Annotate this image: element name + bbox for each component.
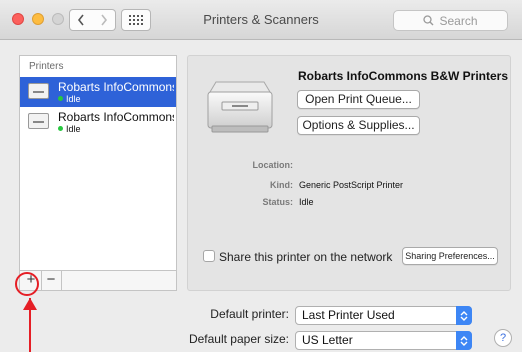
- status-dot-icon: [58, 96, 63, 101]
- share-printer-label[interactable]: Share this printer on the network: [219, 250, 392, 264]
- kind-label: Kind:: [270, 180, 293, 190]
- chevron-left-icon: [77, 14, 84, 26]
- location-label: Location:: [252, 160, 294, 170]
- search-icon: [423, 15, 434, 26]
- updown-chevron-icon: [456, 306, 472, 325]
- printer-large-icon: [207, 81, 273, 133]
- default-paper-size-label: Default paper size:: [188, 332, 289, 346]
- open-print-queue-button[interactable]: Open Print Queue...: [297, 90, 420, 109]
- default-paper-size-select[interactable]: US Letter: [295, 331, 472, 350]
- forward-button[interactable]: [92, 9, 116, 31]
- sharing-preferences-button[interactable]: Sharing Preferences...: [402, 247, 498, 265]
- printer-list-item-2[interactable]: Robarts InfoCommons... Idle: [20, 107, 176, 137]
- printer-status: Idle: [66, 94, 81, 104]
- printer-details-panel: Robarts InfoCommons B&W Printers Open Pr…: [187, 55, 511, 291]
- title-bar: Printers & Scanners Search: [0, 0, 522, 40]
- status-dot-icon: [58, 126, 63, 131]
- printer-list-header: Printers: [29, 61, 64, 72]
- remove-printer-button[interactable]: −: [41, 271, 62, 290]
- printer-list: Printers Robarts InfoCommons B... Idle R…: [19, 55, 177, 271]
- back-button[interactable]: [69, 9, 93, 31]
- printer-icon: [28, 113, 49, 129]
- printer-list-item-1[interactable]: Robarts InfoCommons B... Idle: [20, 77, 176, 107]
- search-field[interactable]: Search: [393, 10, 508, 31]
- annotation-circle: [15, 272, 39, 296]
- printer-status: Idle: [66, 124, 81, 134]
- minimize-window-button[interactable]: [32, 13, 44, 25]
- share-printer-checkbox[interactable]: [203, 250, 215, 262]
- close-window-button[interactable]: [12, 13, 24, 25]
- add-remove-bar: + −: [19, 270, 177, 291]
- printer-icon: [28, 83, 49, 99]
- kind-value: Generic PostScript Printer: [299, 180, 404, 190]
- printer-title: Robarts InfoCommons B&W Printers: [298, 69, 509, 83]
- grid-icon: [129, 15, 143, 25]
- help-button[interactable]: ?: [494, 329, 512, 347]
- status-value: Idle: [299, 197, 314, 207]
- options-supplies-button[interactable]: Options & Supplies...: [297, 116, 420, 135]
- annotation-arrow-icon: [23, 298, 37, 352]
- chevron-right-icon: [100, 14, 107, 26]
- default-printer-value: Last Printer Used: [302, 308, 395, 322]
- updown-chevron-icon: [456, 331, 472, 350]
- printer-name: Robarts InfoCommons...: [58, 110, 174, 124]
- status-label: Status:: [262, 197, 293, 207]
- search-placeholder: Search: [439, 13, 478, 28]
- default-printer-label: Default printer:: [210, 307, 289, 321]
- printer-name: Robarts InfoCommons B...: [58, 80, 174, 94]
- default-printer-select[interactable]: Last Printer Used: [295, 306, 472, 325]
- default-paper-size-value: US Letter: [302, 333, 353, 347]
- show-all-button[interactable]: [121, 9, 151, 31]
- zoom-window-button[interactable]: [52, 13, 64, 25]
